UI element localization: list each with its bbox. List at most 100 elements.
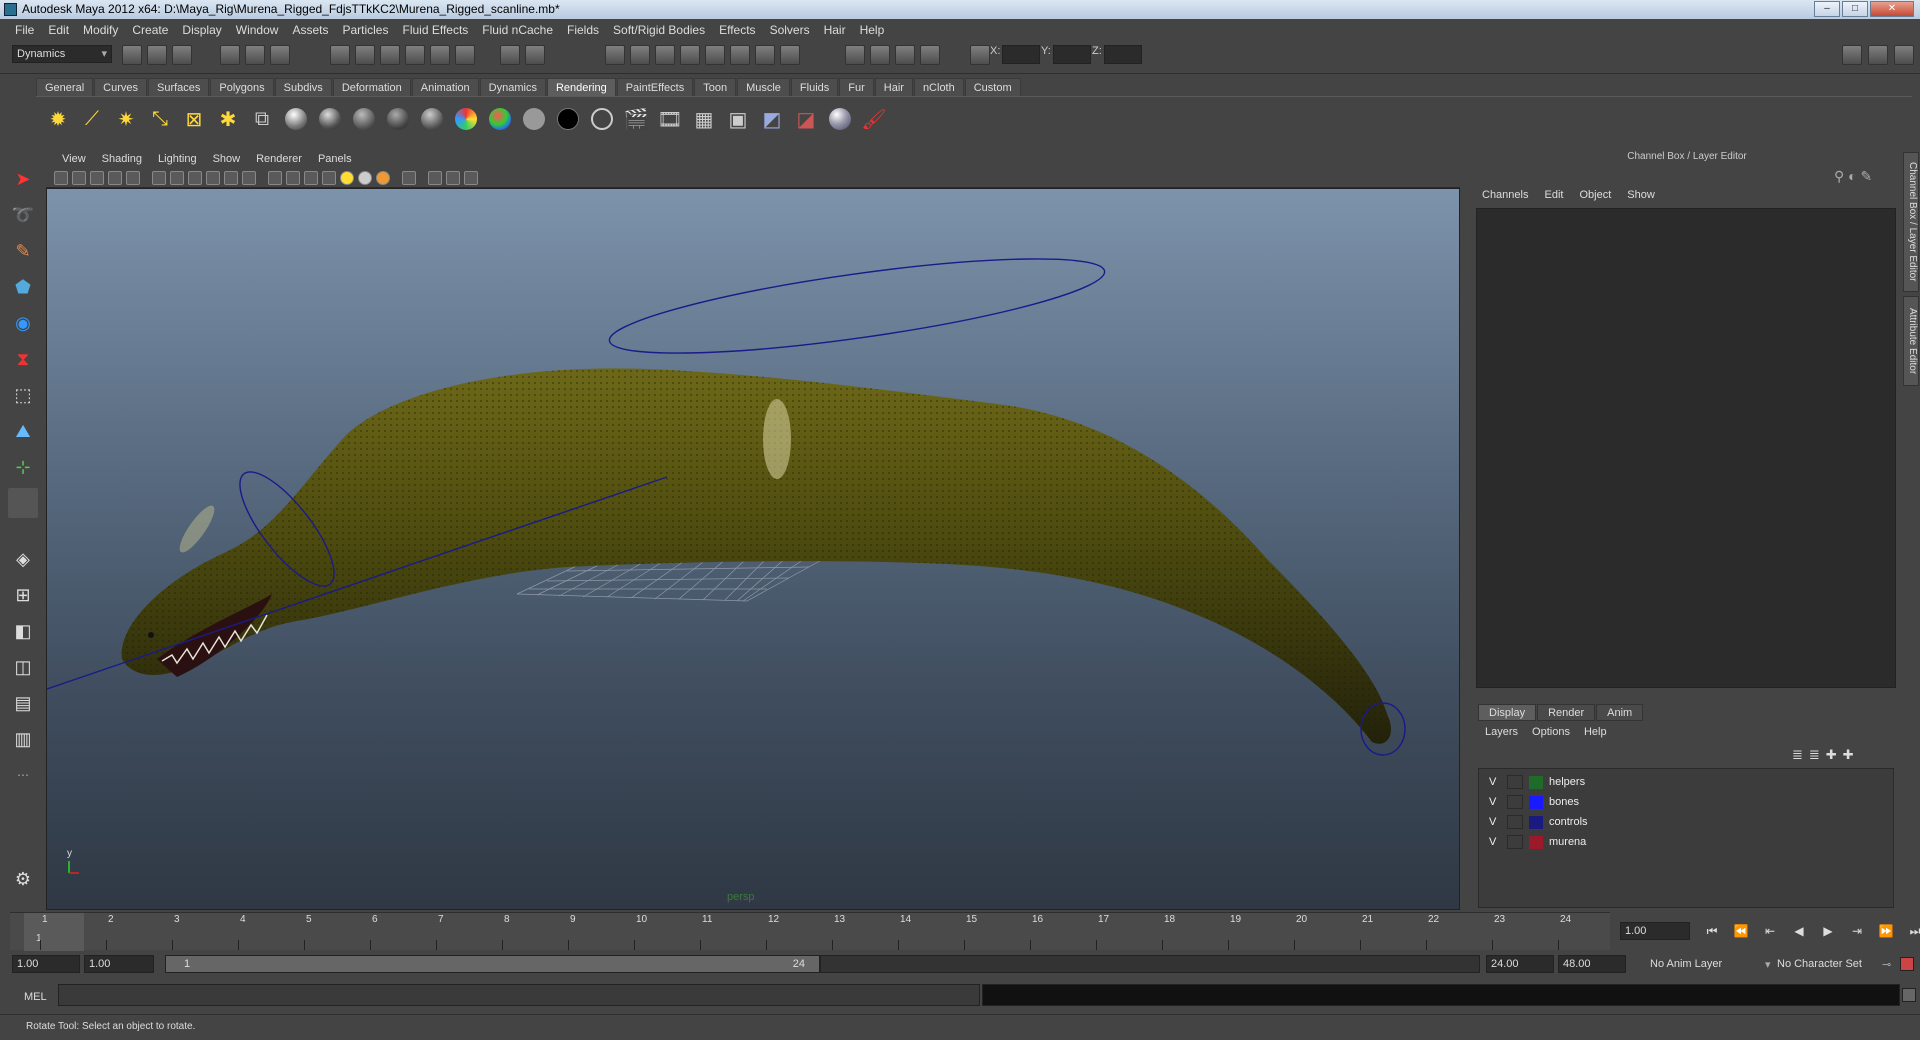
side-tab-channel-box[interactable]: Channel Box / Layer Editor	[1903, 152, 1919, 292]
minimize-button[interactable]: –	[1814, 1, 1840, 17]
camera-attributes-icon[interactable]	[72, 171, 86, 185]
cb-menu-channels[interactable]: Channels	[1474, 189, 1536, 201]
snap-curve-icon[interactable]	[380, 45, 400, 65]
layer-row[interactable]: V bones	[1479, 793, 1895, 812]
smooth-shade-icon[interactable]	[286, 171, 300, 185]
material-phonge-icon[interactable]	[418, 105, 446, 133]
relative-transform-icon[interactable]	[970, 45, 990, 65]
paint-brush-icon[interactable]: 🖌	[860, 105, 888, 133]
menu-fields[interactable]: Fields	[560, 23, 606, 37]
menu-file[interactable]: File	[8, 23, 41, 37]
save-scene-icon[interactable]	[172, 45, 192, 65]
layer-menu-help[interactable]: Help	[1577, 726, 1614, 738]
move-tool-icon[interactable]: ⬟	[8, 272, 38, 302]
gate-mask-icon[interactable]	[206, 171, 220, 185]
cb-menu-edit[interactable]: Edit	[1536, 189, 1571, 201]
playback-end-field[interactable]: 24.00	[1486, 955, 1554, 973]
render-view-shelf-icon[interactable]: ▣	[724, 105, 752, 133]
menu-particles[interactable]: Particles	[335, 23, 395, 37]
layer-visibility-toggle[interactable]: V	[1489, 836, 1496, 848]
layout-outliner-persp-icon[interactable]: ◧	[8, 616, 38, 646]
show-manipulator-icon[interactable]: ⊹	[8, 452, 38, 482]
lasso-tool-icon[interactable]: ➰	[8, 200, 38, 230]
layer-menu-options[interactable]: Options	[1525, 726, 1577, 738]
layer-color-swatch[interactable]	[1529, 816, 1543, 829]
snap-view-icon[interactable]	[430, 45, 450, 65]
bookmark-icon[interactable]	[90, 171, 104, 185]
shelf-tab-general[interactable]: General	[36, 78, 94, 96]
render-layer-icon[interactable]: ⧉	[248, 105, 276, 133]
select-object-icon[interactable]	[245, 45, 265, 65]
select-hierarchy-icon[interactable]	[220, 45, 240, 65]
script-editor-icon[interactable]	[1902, 988, 1916, 1002]
perspective-viewport[interactable]: y persp	[46, 188, 1460, 910]
render-frame-icon[interactable]: 🎞	[656, 105, 684, 133]
layer-visibility-toggle[interactable]: V	[1489, 816, 1496, 828]
layer-tab-anim[interactable]: Anim	[1596, 704, 1644, 721]
resolution-gate-icon[interactable]	[188, 171, 202, 185]
area-light-icon[interactable]: ⊠	[180, 105, 208, 133]
viewport-menu-show[interactable]: Show	[205, 153, 249, 165]
start-time-field[interactable]: 1.00	[12, 955, 80, 973]
xray-icon[interactable]	[428, 171, 442, 185]
snap-grid-icon[interactable]	[355, 45, 375, 65]
step-forward-key-icon[interactable]: ⏩	[1874, 922, 1898, 940]
layout-four-pane-icon[interactable]: ⊞	[8, 580, 38, 610]
menu-set-selector[interactable]: Dynamics	[12, 45, 112, 63]
point-light-icon[interactable]: ✷	[112, 105, 140, 133]
z-field[interactable]	[1104, 45, 1142, 64]
menu-window[interactable]: Window	[229, 23, 286, 37]
shelf-tab-muscle[interactable]: Muscle	[737, 78, 790, 96]
step-back-frame-icon[interactable]: ⇤	[1758, 922, 1782, 940]
xray-joints-icon[interactable]	[446, 171, 460, 185]
key-icon[interactable]: ⊸	[1882, 958, 1891, 971]
step-back-key-icon[interactable]: ⏪	[1729, 922, 1753, 940]
toggle-tool-settings-icon[interactable]	[1868, 45, 1888, 65]
universal-manipulator-icon[interactable]: ⬚	[8, 380, 38, 410]
current-time-field[interactable]: 1.00	[1620, 922, 1690, 940]
render-region-icon[interactable]	[895, 45, 915, 65]
shelf-tab-polygons[interactable]: Polygons	[210, 78, 274, 96]
material-ramp-icon[interactable]	[486, 105, 514, 133]
menu-fluid-ncache[interactable]: Fluid nCache	[475, 23, 560, 37]
layer-color-swatch[interactable]	[1529, 836, 1543, 849]
shelf-tab-toon[interactable]: Toon	[694, 78, 737, 96]
menu-fluid-effects[interactable]: Fluid Effects	[395, 23, 475, 37]
high-quality-icon[interactable]	[376, 171, 390, 185]
viewport-menu-renderer[interactable]: Renderer	[248, 153, 310, 165]
command-input[interactable]	[58, 984, 980, 1006]
two-d-pan-icon[interactable]	[126, 171, 140, 185]
toggle-attribute-editor-icon[interactable]	[1894, 45, 1914, 65]
history-icon[interactable]	[500, 45, 520, 65]
input-ops-icon[interactable]	[605, 45, 625, 65]
layer-type-toggle[interactable]	[1507, 815, 1523, 829]
construction-icon[interactable]	[525, 45, 545, 65]
playback-start-field[interactable]: 1.00	[84, 955, 154, 973]
viewport-menu-view[interactable]: View	[54, 153, 94, 165]
menu-assets[interactable]: Assets	[285, 23, 335, 37]
menu-soft-rigid-bodies[interactable]: Soft/Rigid Bodies	[606, 23, 712, 37]
layer-type-toggle[interactable]	[1507, 835, 1523, 849]
layout-custom-icon[interactable]: ▥	[8, 724, 38, 754]
shelf-tab-curves[interactable]: Curves	[94, 78, 147, 96]
render-current-frame-icon[interactable]	[705, 45, 725, 65]
shelf-tab-subdivs[interactable]: Subdivs	[274, 78, 332, 96]
shelf-tab-custom[interactable]: Custom	[964, 78, 1021, 96]
side-tab-attribute-editor[interactable]: Attribute Editor	[1903, 296, 1919, 386]
material-phong-icon[interactable]	[384, 105, 412, 133]
y-field[interactable]	[1053, 45, 1091, 64]
clapboard-icon[interactable]: 🎬	[622, 105, 650, 133]
use-all-lights-icon[interactable]	[340, 171, 354, 185]
preferences-icon[interactable]	[1900, 957, 1914, 971]
layer-menu-layers[interactable]: Layers	[1478, 726, 1525, 738]
toolbox-toggle-icon[interactable]: ⚙	[8, 864, 38, 894]
viewport-menu-lighting[interactable]: Lighting	[150, 153, 205, 165]
grid-icon[interactable]	[152, 171, 166, 185]
snap-live-icon[interactable]	[455, 45, 475, 65]
ambient-light-icon[interactable]: ✹	[44, 105, 72, 133]
go-to-start-icon[interactable]: ⏮	[1700, 922, 1724, 940]
layer-color-swatch[interactable]	[1529, 796, 1543, 809]
anim-layer-selector[interactable]: No Anim Layer	[1650, 958, 1722, 970]
new-scene-icon[interactable]	[122, 45, 142, 65]
layer-color-swatch[interactable]	[1529, 776, 1543, 789]
